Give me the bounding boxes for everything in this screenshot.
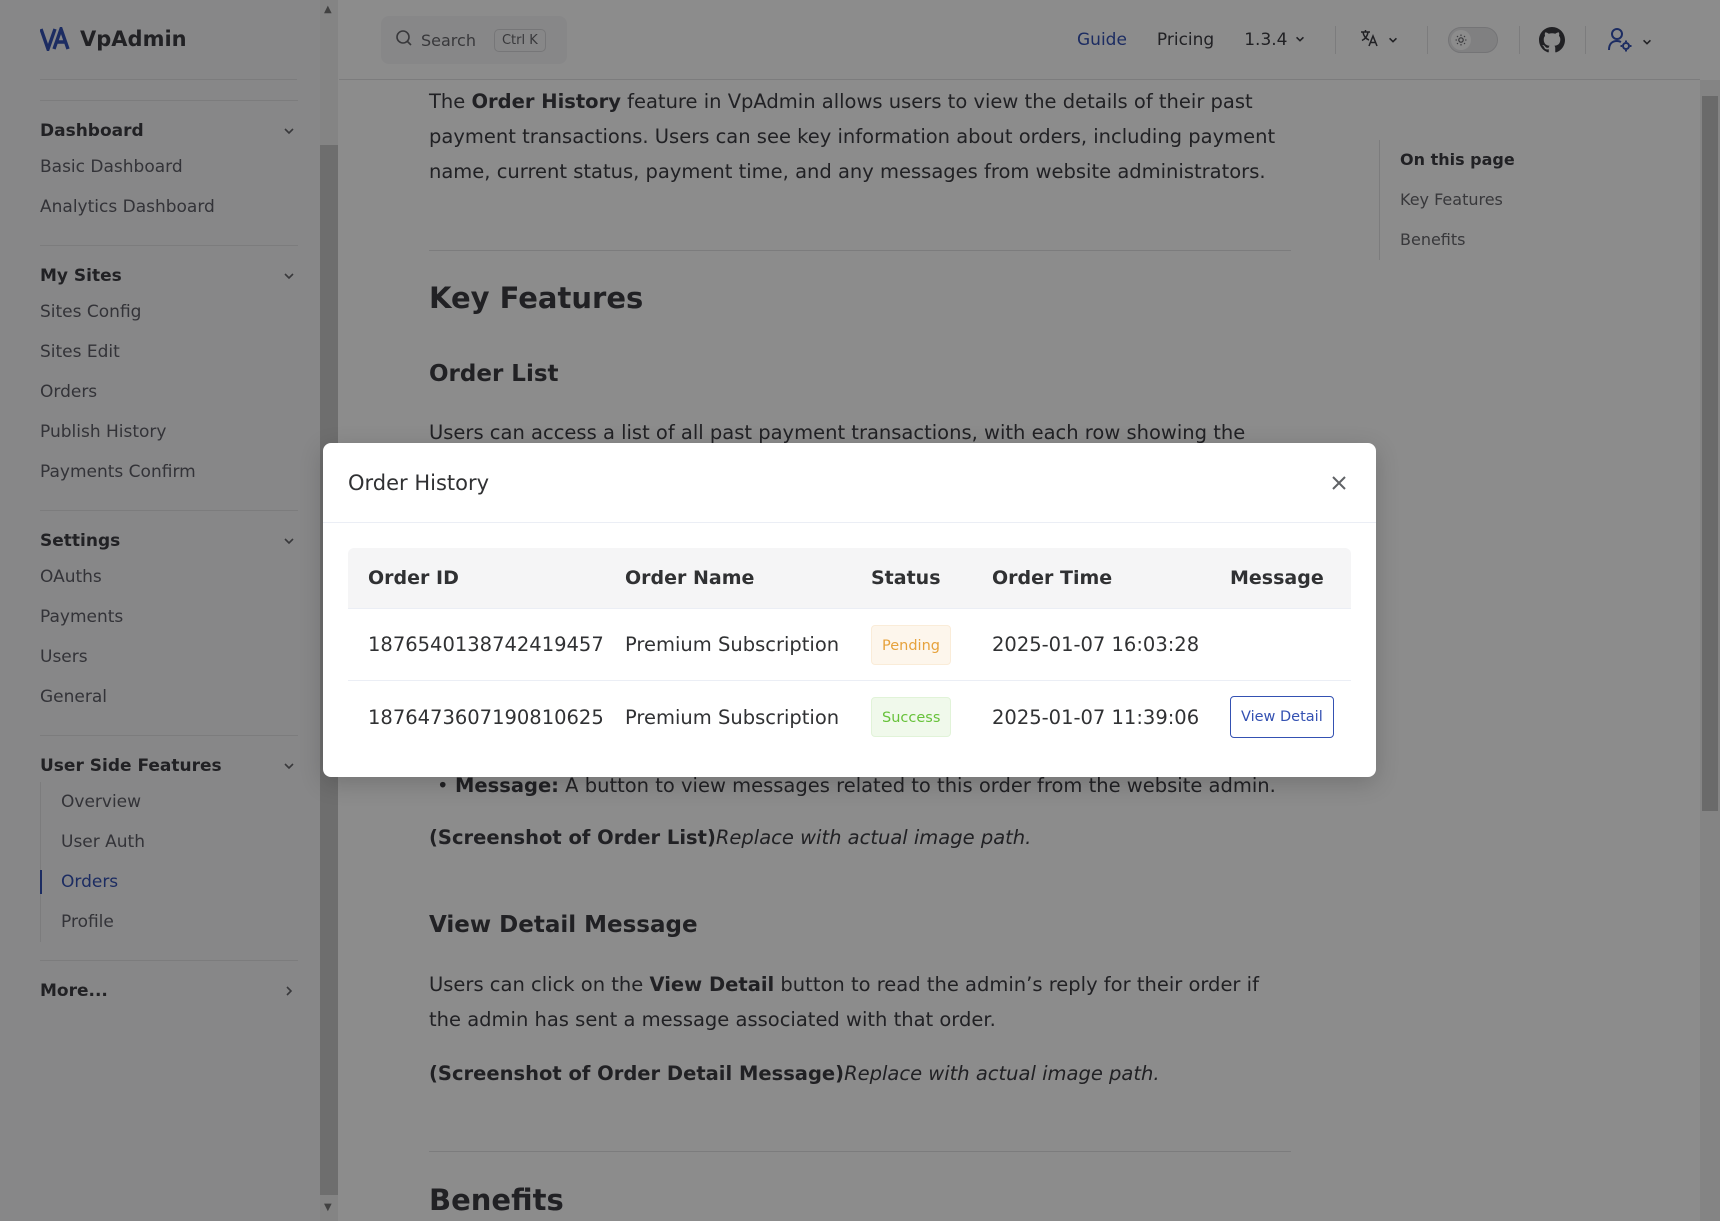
- view-detail-button[interactable]: View Detail: [1230, 696, 1334, 738]
- cell-order-id: 1876473607190810625: [368, 705, 604, 729]
- column-header-status: Status: [871, 567, 941, 589]
- cell-status: Pending: [851, 624, 972, 665]
- column-header-order-id: Order ID: [368, 567, 459, 589]
- column-header-order-time: Order Time: [992, 567, 1113, 589]
- column-header-order-name: Order Name: [625, 567, 755, 589]
- cell-order-name: Premium Subscription: [625, 633, 840, 656]
- table-row: 1876473607190810625 Premium Subscription…: [348, 681, 1351, 753]
- column-header-message: Message: [1230, 567, 1324, 589]
- cell-message: View Detail: [1210, 696, 1351, 738]
- table-row: 1876540138742419457 Premium Subscription…: [348, 609, 1351, 681]
- orders-table: Order ID Order Name Status Order Time Me…: [348, 548, 1351, 753]
- status-badge: Success: [871, 697, 952, 737]
- cell-order-time: 2025-01-07 11:39:06: [992, 705, 1200, 729]
- status-badge: Pending: [871, 624, 951, 665]
- dialog-header: Order History: [323, 443, 1376, 523]
- cell-order-name: Premium Subscription: [625, 705, 840, 729]
- table-header: Order ID Order Name Status Order Time Me…: [348, 548, 1351, 609]
- dialog-title: Order History: [348, 470, 490, 495]
- order-history-dialog: Order History Order ID Order Name Status…: [323, 443, 1376, 777]
- cell-status: Success: [851, 697, 972, 737]
- cell-order-time: 2025-01-07 16:03:28: [992, 633, 1200, 656]
- cell-order-id: 1876540138742419457: [368, 633, 604, 656]
- close-icon[interactable]: [1327, 471, 1351, 495]
